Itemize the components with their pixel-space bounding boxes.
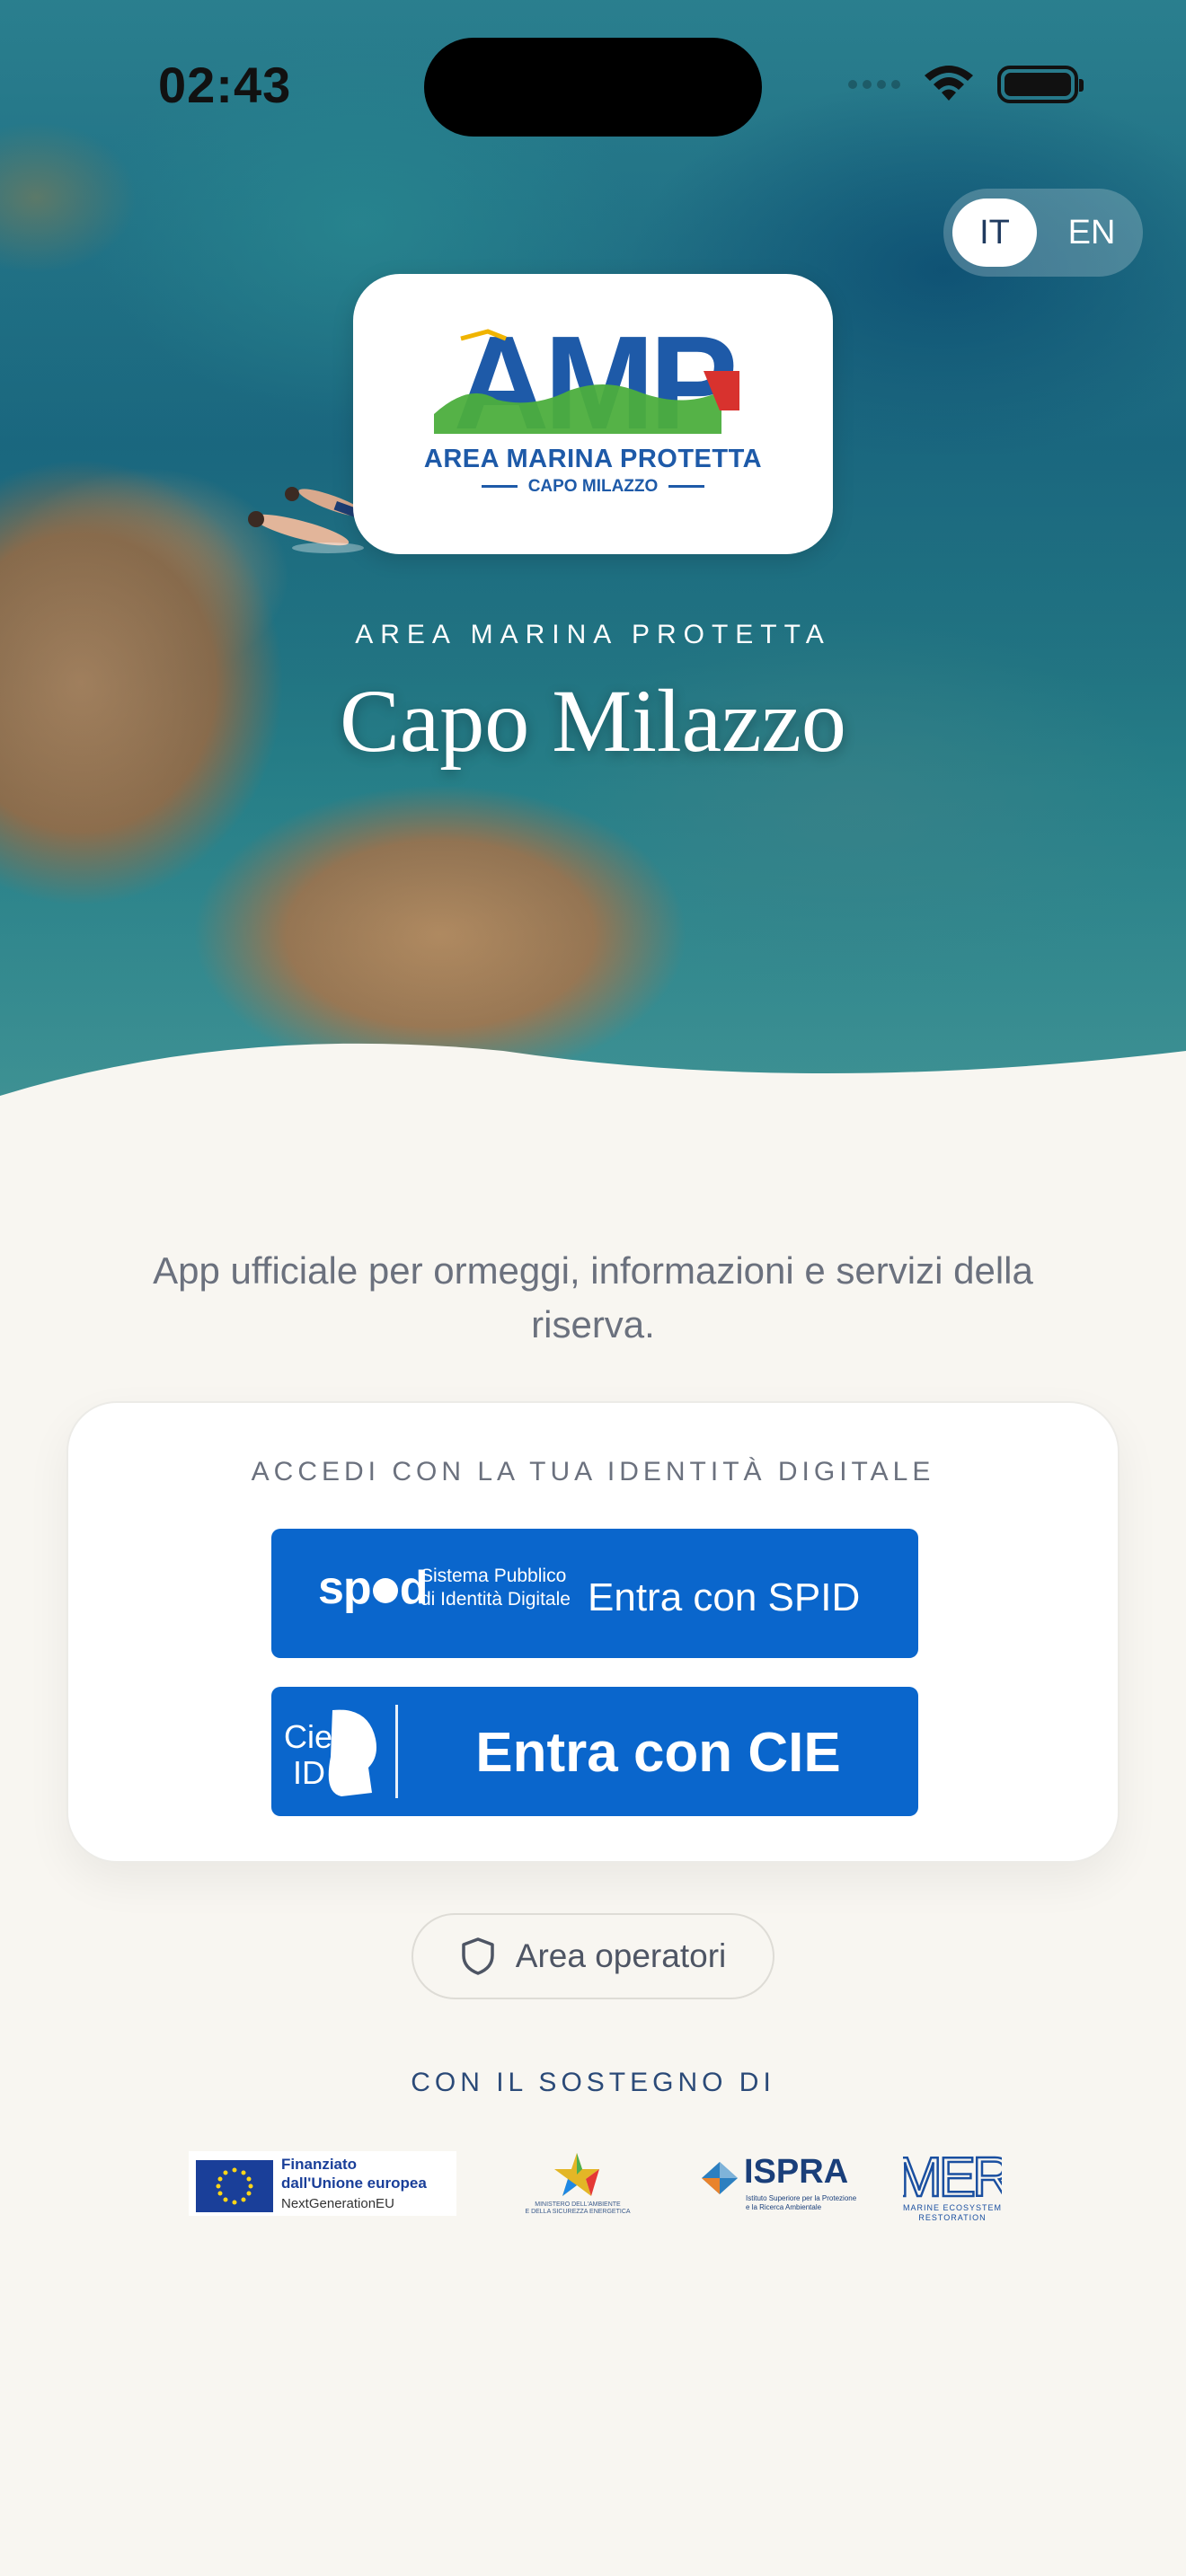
mer-caption: MARINE ECOSYSTEM RESTORATION [902, 2203, 1002, 2222]
language-option-en[interactable]: EN [1049, 198, 1134, 267]
status-icons [848, 65, 1084, 104]
battery-icon [997, 66, 1084, 103]
spid-logo-caption: Sistema Pubblico di Identità Digitale [420, 1566, 571, 1610]
hero-subtitle: AREA MARINA PROTETTA [355, 620, 831, 649]
cie-login-button[interactable]: Cie ID Entra con CIE [271, 1687, 918, 1816]
language-toggle[interactable]: IT EN [943, 189, 1143, 277]
wifi-icon [925, 66, 973, 101]
spid-button-label: Entra con SPID [588, 1575, 861, 1619]
login-card: ACCEDI CON LA TUA IDENTITÀ DIGITALE sp d … [66, 1401, 1120, 1863]
eu-nextgeneration-logo: Finanziato dall'Unione europea NextGenera… [189, 2151, 456, 2216]
ministry-environment-caption: MINISTERO DELL'AMBIENTE E DELLA SICUREZZA… [525, 2201, 631, 2215]
ispra-name: ISPRA [744, 2153, 849, 2191]
status-time: 02:43 [158, 57, 292, 113]
cellular-signal-icon [848, 80, 900, 89]
operators-area-button[interactable]: Area operatori [412, 1913, 774, 1999]
svg-text:ID: ID [293, 1754, 325, 1791]
login-heading: ACCEDI CON LA TUA IDENTITÀ DIGITALE [251, 1457, 935, 1486]
cie-button-label: Entra con CIE [475, 1722, 841, 1784]
eu-flag-icon [196, 2160, 273, 2212]
cie-id-icon: Cie ID [284, 1709, 376, 1796]
hero-banner: 02:43 IT EN AMP AREA MARINA PROTETTA CAP… [0, 0, 1186, 1114]
wave-divider [0, 1043, 1186, 1114]
shield-icon [462, 1937, 494, 1975]
dynamic-island [424, 38, 762, 137]
ispra-caption: Istituto Superiore per la Protezione e la… [746, 2194, 857, 2211]
operators-area-label: Area operatori [515, 1937, 727, 1974]
spid-logo-icon: sp d [318, 1562, 428, 1614]
spid-login-button[interactable]: sp d Sistema Pubblico di Identità Digital… [271, 1529, 918, 1658]
language-option-it[interactable]: IT [952, 198, 1037, 267]
logo-text-line1: AREA MARINA PROTETTA [423, 445, 763, 473]
svg-text:MER: MER [903, 2147, 1002, 2209]
amp-logo-card: AMP AREA MARINA PROTETTA CAPO MILAZZO [353, 274, 833, 554]
hero-title: Capo Milazzo [340, 671, 846, 771]
amp-logo-image: AMP [434, 328, 739, 436]
logo-text-line2: CAPO MILAZZO [353, 477, 833, 497]
sponsor-logos: Finanziato dall'Unione europea NextGenera… [0, 2142, 1186, 2223]
svg-text:Cie: Cie [284, 1718, 332, 1755]
intro-text: App ufficiale per ormeggi, informazioni … [153, 1249, 1033, 1345]
support-heading: CON IL SOSTEGNO DI [411, 2068, 775, 2097]
